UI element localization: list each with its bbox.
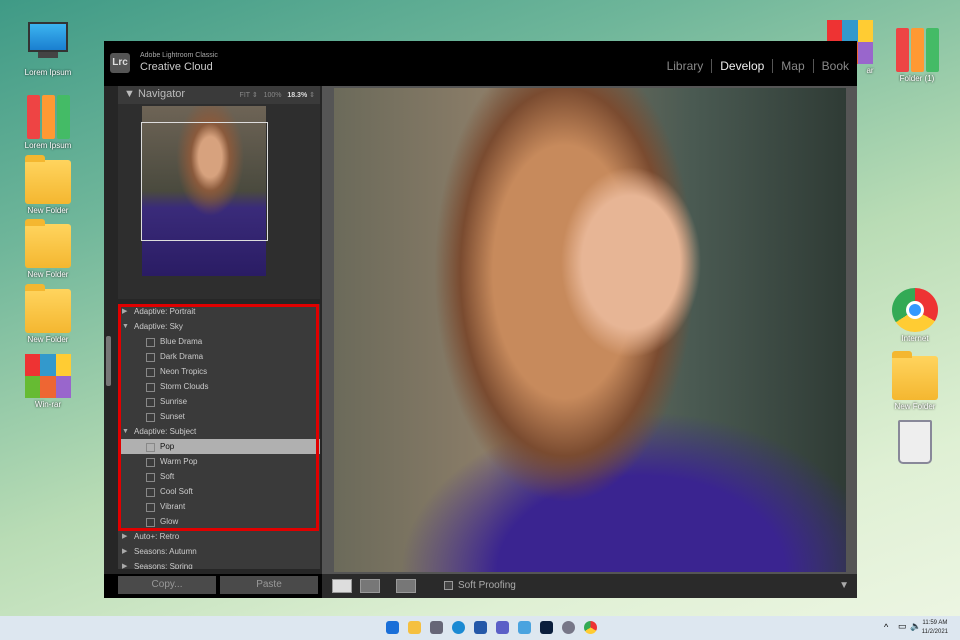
before-after-button[interactable] xyxy=(360,579,380,593)
paint-icon[interactable] xyxy=(518,621,531,634)
chrome-icon xyxy=(892,288,938,332)
network-icon[interactable]: ▭ xyxy=(898,621,907,632)
file-explorer-icon[interactable] xyxy=(408,621,421,634)
binders-icon xyxy=(25,95,71,139)
preset-group[interactable]: Seasons: Spring xyxy=(118,559,320,569)
desktop-icon-label: Win-rar xyxy=(34,400,62,409)
tray-chevron-icon[interactable]: ^ xyxy=(884,622,888,632)
module-book[interactable]: Book xyxy=(814,59,857,73)
copy-button[interactable]: Copy... xyxy=(118,576,216,594)
binders-icon xyxy=(894,28,940,72)
chrome-taskbar-icon[interactable] xyxy=(584,621,597,634)
recycle-bin-icon xyxy=(898,420,932,464)
photo-woman-portrait xyxy=(334,88,846,572)
desktop-icon-folder1[interactable]: Folder (1) xyxy=(882,28,952,83)
lightroom-taskbar-icon[interactable] xyxy=(540,621,553,634)
desktop-icon-5[interactable]: Win-rar xyxy=(13,354,83,409)
lrc-logo: Lrc xyxy=(110,53,130,73)
desktop-icon-2[interactable]: New Folder xyxy=(13,155,83,215)
desktop-icon-label: New Folder xyxy=(27,206,69,215)
time: 11:59 AM xyxy=(922,620,948,626)
soft-proofing-label: Soft Proofing xyxy=(458,580,516,591)
taskbar: ^ ▭ 🔈 11:59 AM 11/2/2021 xyxy=(0,616,960,640)
edge-icon[interactable] xyxy=(452,621,465,634)
module-map[interactable]: Map xyxy=(773,59,814,73)
left-panel: ▼ Navigator FIT ⇕ 100% 18.3% ⇕ Adaptive:… xyxy=(104,86,322,594)
toolbar-menu-icon[interactable]: ▼ xyxy=(839,580,849,591)
clock[interactable]: 11:59 AM 11/2/2021 xyxy=(922,619,948,637)
navigator-title: Navigator xyxy=(137,88,186,100)
desktop-icon-internet[interactable]: Internet xyxy=(880,288,950,343)
date: 11/2/2021 xyxy=(921,629,948,635)
folder-icon xyxy=(25,155,71,204)
preset-group[interactable]: Auto+: Retro xyxy=(118,529,320,544)
brand-small: Adobe Lightroom Classic xyxy=(140,52,218,59)
desktop-icon-4[interactable]: New Folder xyxy=(13,284,83,344)
loupe-view-button[interactable] xyxy=(332,579,352,593)
before-after-swap-button[interactable] xyxy=(396,579,416,593)
desktop-icon-3[interactable]: New Folder xyxy=(13,219,83,279)
photo-view xyxy=(322,86,857,574)
toolbar: Soft Proofing ▼ xyxy=(322,574,857,598)
highlight-box xyxy=(118,304,319,531)
desktop-icon-label: Lorem Ipsum xyxy=(24,68,72,77)
navigator-header[interactable]: ▼ Navigator FIT ⇕ 100% 18.3% ⇕ xyxy=(118,86,320,104)
computer-icon xyxy=(25,22,71,66)
soft-proofing-checkbox[interactable] xyxy=(444,581,453,590)
module-picker: Library Develop Map Book xyxy=(659,59,857,73)
settings-icon[interactable] xyxy=(562,621,575,634)
navigator-preview[interactable] xyxy=(118,104,320,299)
module-develop[interactable]: Develop xyxy=(712,59,774,73)
folder-icon xyxy=(25,284,71,333)
volume-icon[interactable]: 🔈 xyxy=(910,621,921,632)
paste-button[interactable]: Paste xyxy=(220,576,318,594)
brand: Creative Cloud xyxy=(140,61,213,73)
desktop-icon-label: New Folder xyxy=(27,270,69,279)
zoom-current[interactable]: 18.3% xyxy=(287,92,307,99)
preset-group[interactable]: Seasons: Autumn xyxy=(118,544,320,559)
teams-icon[interactable] xyxy=(496,621,509,634)
panel-scrollbar[interactable] xyxy=(106,336,111,386)
folder-icon xyxy=(892,351,938,400)
zoom-100[interactable]: 100% xyxy=(264,92,282,99)
start-icon[interactable] xyxy=(386,621,399,634)
desktop-icon-label: Lorem Ipsum xyxy=(24,141,72,150)
desktop-icon-label: New Folder xyxy=(27,335,69,344)
lightroom-window: Lrc Adobe Lightroom Classic Creative Clo… xyxy=(104,41,857,598)
camera-icon[interactable] xyxy=(430,621,443,634)
desktop-icon-recycle-bin[interactable] xyxy=(880,420,950,466)
zoom-fit[interactable]: FIT ⇕ xyxy=(240,92,258,99)
desktop-icon-0[interactable]: Lorem Ipsum xyxy=(13,22,83,77)
desktop-icon-new-folder[interactable]: New Folder xyxy=(880,351,950,411)
module-library[interactable]: Library xyxy=(659,59,713,73)
winrar-icon xyxy=(25,354,71,398)
store-icon[interactable] xyxy=(474,621,487,634)
desktop-icon-1[interactable]: Lorem Ipsum xyxy=(13,95,83,150)
folder-icon xyxy=(25,219,71,268)
navigator-viewport[interactable] xyxy=(141,122,268,241)
